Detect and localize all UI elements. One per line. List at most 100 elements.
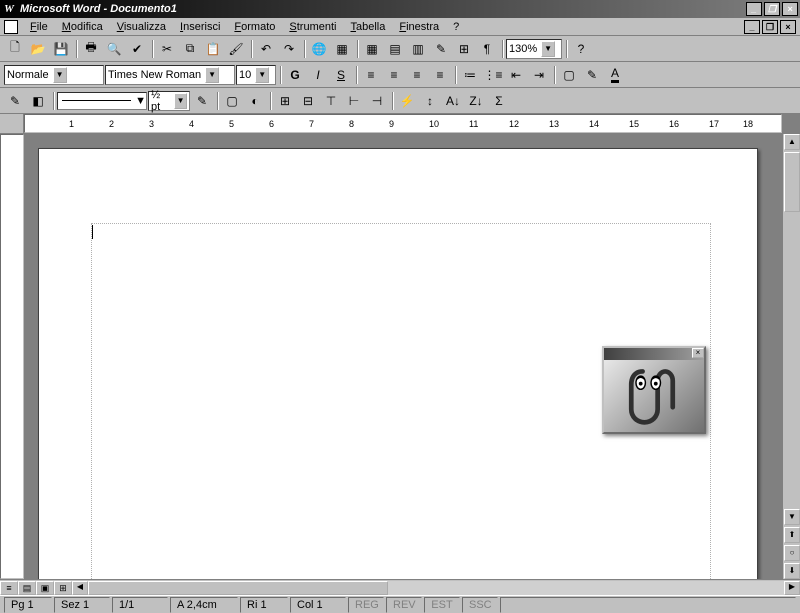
scroll-thumb[interactable] — [784, 152, 800, 212]
menu-finestra[interactable]: Finestra — [393, 20, 445, 34]
save-button[interactable]: 💾 — [50, 38, 72, 60]
print-preview-button[interactable]: 🔍 — [103, 38, 125, 60]
autosum-button[interactable]: Σ — [488, 90, 510, 112]
office-assistant[interactable]: × — [602, 346, 706, 434]
document-map-button[interactable]: ⊞ — [453, 38, 475, 60]
scroll-down-button[interactable]: ▼ — [784, 509, 800, 525]
align-right-button[interactable]: ≡ — [406, 64, 428, 86]
mdi-minimize-button[interactable]: _ — [744, 20, 760, 34]
scroll-up-button[interactable]: ▲ — [784, 134, 800, 150]
mdi-close-button[interactable]: × — [780, 20, 796, 34]
highlight-button[interactable]: ✎ — [581, 64, 603, 86]
vertical-ruler[interactable] — [0, 134, 24, 579]
menu-visualizza[interactable]: Visualizza — [111, 20, 172, 34]
menu-formato[interactable]: Formato — [228, 20, 281, 34]
table-autoformat-button[interactable]: ⚡ — [396, 90, 418, 112]
columns-button[interactable]: ▥ — [407, 38, 429, 60]
outside-border-button[interactable]: ▢ — [221, 90, 243, 112]
merge-cells-button[interactable]: ⊞ — [274, 90, 296, 112]
hscroll-thumb[interactable] — [88, 581, 388, 595]
format-painter-button[interactable]: 🖌 — [225, 38, 247, 60]
clippy-icon — [622, 362, 682, 428]
distribute-cols-button[interactable]: ⊣ — [366, 90, 388, 112]
font-size-combo[interactable]: 10▼ — [236, 65, 276, 85]
border-color-button[interactable]: ✎ — [191, 90, 213, 112]
vertical-scrollbar[interactable]: ▲ ▼ ⬆ ○ ⬇ — [782, 134, 800, 579]
show-hide-button[interactable]: ¶ — [476, 38, 498, 60]
sort-asc-button[interactable]: A↓ — [442, 90, 464, 112]
menu-inserisci[interactable]: Inserisci — [174, 20, 226, 34]
align-left-button[interactable]: ≡ — [360, 64, 382, 86]
font-color-button[interactable]: A — [604, 64, 626, 86]
ruler-tick: 7 — [309, 119, 314, 129]
tables-button[interactable]: ▦ — [361, 38, 383, 60]
status-est[interactable]: EST — [424, 597, 460, 613]
drawing-button[interactable]: ✎ — [430, 38, 452, 60]
sort-desc-button[interactable]: Z↓ — [465, 90, 487, 112]
line-weight-combo[interactable]: ½ pt▼ — [148, 91, 190, 111]
draw-table-button[interactable]: ✎ — [4, 90, 26, 112]
justify-button[interactable]: ≡ — [429, 64, 451, 86]
align-top-button[interactable]: ⊤ — [320, 90, 342, 112]
font-combo[interactable]: Times New Roman▼ — [105, 65, 235, 85]
borders-button[interactable]: ▢ — [558, 64, 580, 86]
text-direction-button[interactable]: ↕ — [419, 90, 441, 112]
status-rev[interactable]: REV — [386, 597, 422, 613]
document-icon[interactable] — [4, 20, 18, 34]
style-combo[interactable]: Normale▼ — [4, 65, 104, 85]
prev-page-button[interactable]: ⬆ — [784, 527, 800, 543]
cut-button[interactable]: ✂ — [156, 38, 178, 60]
distribute-rows-button[interactable]: ⊢ — [343, 90, 365, 112]
copy-button[interactable]: ⧉ — [179, 38, 201, 60]
open-button[interactable]: 📂 — [27, 38, 49, 60]
help-button[interactable]: ? — [570, 38, 592, 60]
shading-color-button[interactable]: ◐ — [244, 90, 266, 112]
horizontal-ruler[interactable]: 1 2 3 4 5 6 7 8 9 10 11 12 13 14 15 16 1… — [24, 114, 782, 133]
outline-view-button[interactable]: ⊞ — [54, 581, 72, 595]
eraser-button[interactable]: ◧ — [27, 90, 49, 112]
paste-button[interactable]: 📋 — [202, 38, 224, 60]
scroll-left-button[interactable]: ◀ — [72, 581, 88, 595]
hyperlink-button[interactable]: 🌐 — [308, 38, 330, 60]
decrease-indent-button[interactable]: ⇤ — [505, 64, 527, 86]
numbered-list-button[interactable]: ≔ — [459, 64, 481, 86]
menu-modifica[interactable]: Modifica — [56, 20, 109, 34]
bullet-list-button[interactable]: ⋮≡ — [482, 64, 504, 86]
increase-indent-button[interactable]: ⇥ — [528, 64, 550, 86]
spellcheck-button[interactable]: ✔ — [126, 38, 148, 60]
close-button[interactable]: × — [782, 2, 798, 16]
scroll-right-button[interactable]: ▶ — [784, 581, 800, 595]
menu-help[interactable]: ? — [447, 20, 465, 34]
browse-object-button[interactable]: ○ — [784, 545, 800, 561]
next-page-button[interactable]: ⬇ — [784, 563, 800, 579]
undo-button[interactable]: ↶ — [255, 38, 277, 60]
minimize-button[interactable]: _ — [746, 2, 762, 16]
menu-tabella[interactable]: Tabella — [344, 20, 391, 34]
hscroll-track[interactable] — [88, 581, 784, 595]
underline-button[interactable]: S — [330, 64, 352, 86]
maximize-button[interactable]: ❐ — [764, 2, 780, 16]
web-view-button[interactable]: ▤ — [18, 581, 36, 595]
normal-view-button[interactable]: ≡ — [0, 581, 18, 595]
split-cells-button[interactable]: ⊟ — [297, 90, 319, 112]
line-style-combo[interactable]: ▼ — [57, 92, 147, 110]
horizontal-scrollbar[interactable]: ◀ ▶ — [72, 581, 800, 595]
italic-button[interactable]: I — [307, 64, 329, 86]
document-area[interactable]: × — [24, 134, 782, 579]
page-layout-view-button[interactable]: ▣ — [36, 581, 54, 595]
menu-strumenti[interactable]: Strumenti — [283, 20, 342, 34]
zoom-combo[interactable]: 130%▼ — [506, 39, 562, 59]
mdi-restore-button[interactable]: ❐ — [762, 20, 778, 34]
align-center-button[interactable]: ≡ — [383, 64, 405, 86]
print-button[interactable]: 🖶 — [80, 38, 102, 60]
status-ssc[interactable]: SSC — [462, 597, 498, 613]
status-rec[interactable]: REG — [348, 597, 384, 613]
bold-button[interactable]: G — [284, 64, 306, 86]
redo-button[interactable]: ↷ — [278, 38, 300, 60]
web-toolbar-button[interactable]: ▦ — [331, 38, 353, 60]
excel-button[interactable]: ▤ — [384, 38, 406, 60]
new-button[interactable]: 🗋 — [4, 38, 26, 60]
assistant-close-button[interactable]: × — [692, 348, 704, 358]
menu-file[interactable]: File — [24, 20, 54, 34]
ruler-tick: 18 — [743, 119, 753, 129]
